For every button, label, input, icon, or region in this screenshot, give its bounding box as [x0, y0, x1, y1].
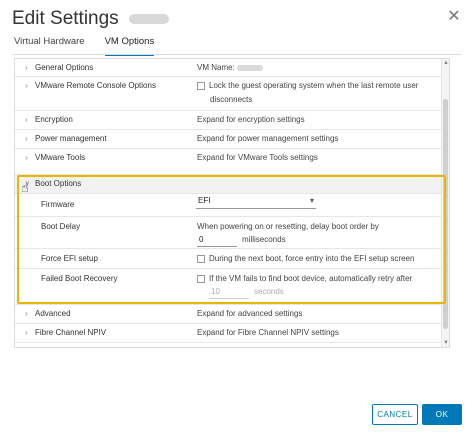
row-label: Encryption [35, 115, 73, 124]
redacted-vm-name [128, 14, 169, 24]
lock-guest-os-text-cont: disconnects [210, 95, 253, 104]
row-boot-delay: Boot Delay When powering on or resetting… [15, 217, 443, 249]
close-icon[interactable]: ✕ [446, 9, 462, 25]
row-power-management[interactable]: › Power management Expand for power manag… [15, 130, 443, 149]
row-label: Advanced [35, 309, 71, 318]
vm-name-label: VM Name: [197, 63, 235, 72]
failed-boot-checkbox[interactable] [197, 274, 205, 283]
dialog-title: Edit Settings [12, 8, 119, 29]
row-label: Force EFI setup [41, 254, 98, 263]
lock-guest-os-checkbox[interactable] [197, 81, 205, 90]
edit-settings-dialog: Edit Settings ✕ Virtual Hardware VM Opti… [0, 0, 474, 437]
row-failed-boot-recovery: Failed Boot Recovery If the VM fails to … [15, 269, 443, 305]
row-vmrc-options[interactable]: › VMware Remote Console Options Lock the … [15, 77, 443, 111]
row-fibre-channel-npiv[interactable]: › Fibre Channel NPIV Expand for Fibre Cha… [15, 324, 443, 343]
scroll-thumb[interactable] [443, 99, 448, 329]
boot-delay-desc: When powering on or resetting, delay boo… [197, 222, 379, 231]
row-label: Firmware [41, 200, 75, 209]
chevron-down-icon: ▾ [309, 196, 314, 205]
chevron-right-icon[interactable]: › [25, 134, 31, 143]
lock-guest-os-text: Lock the guest operating system when the… [209, 81, 419, 90]
dialog-header: Edit Settings [12, 6, 169, 32]
row-force-efi-setup: Force EFI setup During the next boot, fo… [15, 249, 443, 269]
cancel-button[interactable]: CANCEL [372, 404, 418, 425]
failed-boot-text: If the VM fails to find boot device, aut… [209, 274, 413, 283]
row-value: Expand for advanced settings [197, 309, 303, 318]
row-value: Expand for encryption settings [197, 115, 305, 124]
failed-boot-retry-input[interactable]: 10 [209, 287, 249, 299]
row-label: Fibre Channel NPIV [35, 328, 107, 337]
row-label: Boot Delay [41, 222, 81, 231]
tab-bar: Virtual Hardware VM Options [14, 36, 154, 56]
row-label: Boot Options [35, 179, 82, 188]
row-boot-options[interactable]: ˅ Boot Options [15, 175, 443, 194]
chevron-right-icon[interactable]: › [25, 63, 31, 72]
boot-delay-unit: milliseconds [242, 235, 286, 244]
tab-vm-options[interactable]: VM Options [104, 36, 154, 56]
row-vmware-tools[interactable]: › VMware Tools Expand for VMware Tools se… [15, 149, 443, 175]
row-value: Expand for Fibre Channel NPIV settings [197, 328, 339, 337]
redacted-vm-name-value [237, 64, 264, 71]
row-advanced[interactable]: › Advanced Expand for advanced settings [15, 305, 443, 324]
ok-button[interactable]: OK [422, 404, 462, 425]
failed-boot-unit: seconds [254, 287, 284, 296]
row-encryption[interactable]: › Encryption Expand for encryption settin… [15, 111, 443, 130]
hand-cursor-icon: ☝ [21, 180, 29, 195]
scroll-down-icon[interactable]: ▼ [442, 340, 449, 346]
chevron-right-icon[interactable]: › [25, 328, 31, 337]
tab-virtual-hardware[interactable]: Virtual Hardware [14, 36, 85, 56]
chevron-right-icon[interactable]: › [25, 153, 31, 162]
scroll-up-icon[interactable]: ▲ [442, 60, 449, 66]
row-value: Expand for VMware Tools settings [197, 153, 318, 162]
force-efi-text: During the next boot, force entry into t… [209, 254, 415, 263]
row-label: VMware Tools [35, 153, 86, 162]
force-efi-checkbox[interactable] [197, 254, 205, 263]
row-label: Power management [35, 134, 107, 143]
table-scrollbar[interactable]: ▲ ▼ [441, 59, 449, 347]
firmware-selected-value: EFI [198, 196, 211, 205]
row-label: VMware Remote Console Options [35, 81, 156, 90]
chevron-right-icon[interactable]: › [25, 309, 31, 318]
row-label: General Options [35, 63, 94, 72]
firmware-select[interactable]: EFI ▾ [196, 196, 316, 209]
row-general-options[interactable]: › General Options VM Name: [15, 59, 443, 77]
boot-delay-input[interactable]: 0 [197, 235, 237, 247]
row-label: Failed Boot Recovery [41, 274, 118, 283]
tabs-divider [12, 54, 462, 55]
row-value: Expand for power management settings [197, 134, 339, 143]
chevron-right-icon[interactable]: › [25, 81, 31, 90]
chevron-right-icon[interactable]: › [25, 115, 31, 124]
